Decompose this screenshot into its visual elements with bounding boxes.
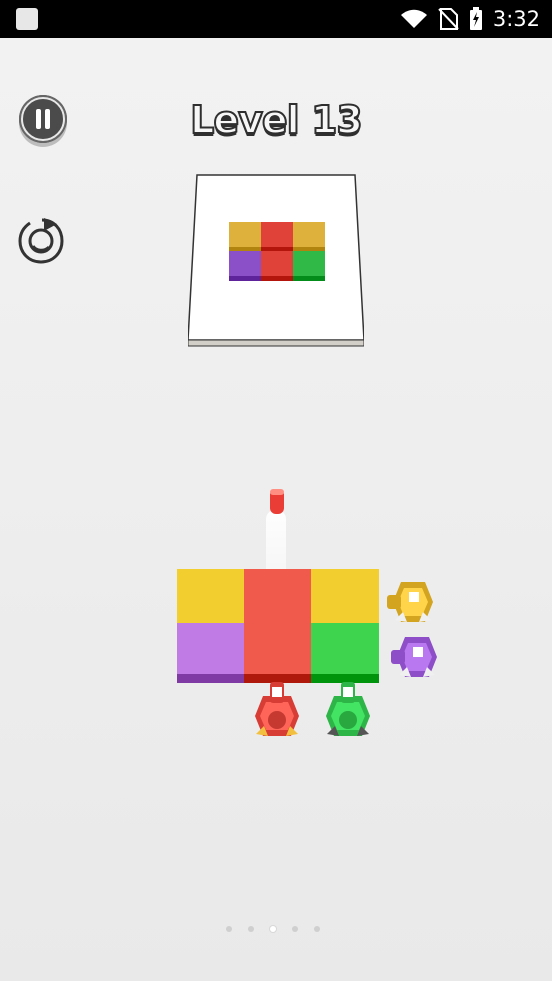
- page-dot: [248, 926, 254, 932]
- board-cell-yellow: [311, 569, 379, 626]
- side-shooter-purple[interactable]: [391, 637, 437, 677]
- bottom-shooter-green[interactable]: [326, 682, 370, 736]
- projectile: [270, 489, 284, 514]
- game-board[interactable]: [0, 0, 552, 981]
- board-cell-purple: [177, 623, 245, 683]
- page-indicator: [226, 926, 320, 932]
- board-cell-red: [244, 569, 312, 626]
- page-dot: [270, 926, 276, 932]
- board-cell-red: [244, 623, 312, 683]
- page-dot: [314, 926, 320, 932]
- side-shooter-yellow[interactable]: [387, 582, 433, 622]
- bottom-shooter-red[interactable]: [255, 682, 299, 736]
- board-cell-yellow: [177, 569, 245, 626]
- page-dot: [292, 926, 298, 932]
- board-cell-green: [311, 623, 379, 683]
- page-dot: [226, 926, 232, 932]
